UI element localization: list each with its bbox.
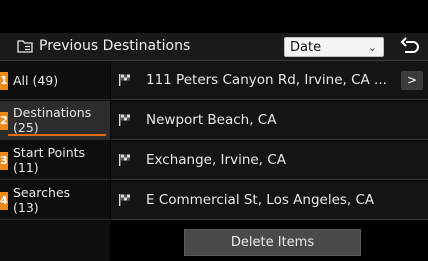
step-badge: 4 bbox=[0, 192, 8, 210]
sort-select[interactable]: Date ⌄ bbox=[284, 37, 384, 57]
header-bar: Previous Destinations Date ⌄ bbox=[0, 33, 428, 61]
step-badge: 3 bbox=[0, 152, 8, 170]
chevron-down-icon: ⌄ bbox=[367, 41, 377, 54]
step-badge: 1 bbox=[0, 72, 8, 90]
list-item[interactable]: Newport Beach, CA bbox=[111, 101, 428, 140]
folder-list-icon bbox=[17, 40, 33, 53]
delete-items-button[interactable]: Delete Items bbox=[184, 229, 361, 256]
sort-select-value: Date bbox=[290, 40, 322, 55]
sidebar-item-destinations[interactable]: 2 Destinations (25) bbox=[0, 101, 110, 140]
checkered-flag-icon bbox=[119, 74, 130, 86]
category-sidebar: 1 All (49) 2 Destinations (25) 3 Start P… bbox=[0, 61, 110, 261]
destination-address: 111 Peters Canyon Rd, Irvine, CA ... bbox=[146, 72, 387, 88]
sidebar-item-label: Destinations bbox=[13, 105, 92, 120]
sidebar-item-all[interactable]: 1 All (49) bbox=[0, 61, 110, 100]
navigation-screen: Previous Destinations Date ⌄ 1 All (49) … bbox=[0, 0, 428, 261]
list-item[interactable]: E Commercial St, Los Angeles, CA bbox=[111, 181, 428, 220]
sidebar-item-count: (11) bbox=[13, 160, 39, 175]
step-badge: 2 bbox=[0, 112, 8, 130]
sidebar-item-start-points[interactable]: 3 Start Points (11) bbox=[0, 141, 110, 180]
sidebar-item-count: (13) bbox=[13, 200, 39, 215]
list-item[interactable]: Exchange, Irvine, CA bbox=[111, 141, 428, 180]
chevron-right-icon[interactable]: > bbox=[401, 71, 423, 90]
sidebar-item-label: All (49) bbox=[13, 73, 59, 88]
destination-address: Newport Beach, CA bbox=[146, 112, 277, 128]
checkered-flag-icon bbox=[119, 114, 130, 126]
sidebar-item-searches[interactable]: 4 Searches (13) bbox=[0, 181, 110, 220]
back-arrow-icon[interactable] bbox=[395, 36, 423, 58]
page-title: Previous Destinations bbox=[39, 38, 191, 54]
checkered-flag-icon bbox=[119, 194, 130, 206]
destination-address: E Commercial St, Los Angeles, CA bbox=[146, 192, 375, 208]
destination-address: Exchange, Irvine, CA bbox=[146, 152, 286, 168]
sidebar-item-count: (25) bbox=[13, 120, 39, 135]
sidebar-item-label: Searches bbox=[13, 185, 71, 200]
list-item[interactable]: 111 Peters Canyon Rd, Irvine, CA ... > bbox=[111, 61, 428, 100]
checkered-flag-icon bbox=[119, 154, 130, 166]
sidebar-item-label: Start Points bbox=[13, 145, 86, 160]
